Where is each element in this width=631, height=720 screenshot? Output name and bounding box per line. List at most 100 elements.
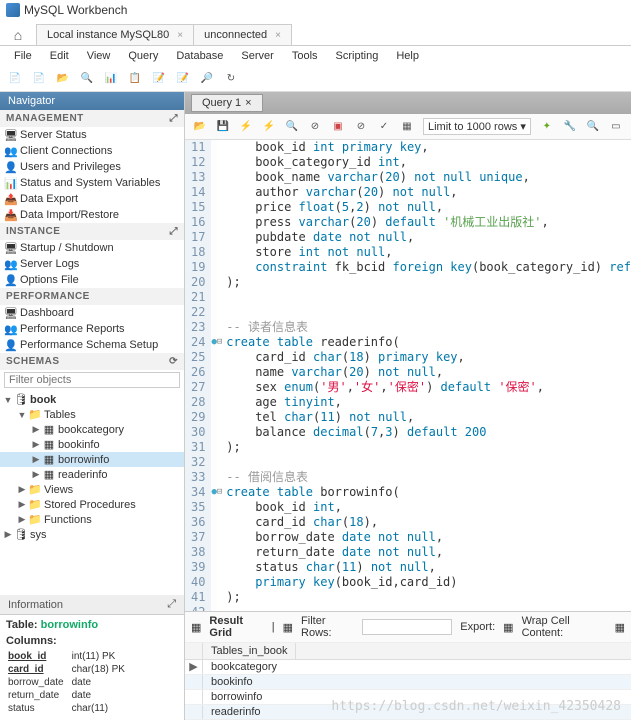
beautify-icon[interactable]: ✦ — [536, 116, 558, 138]
nav-item[interactable]: 🖥Dashboard — [0, 305, 184, 321]
connection-tab[interactable]: unconnected× — [193, 24, 292, 45]
execute-cursor-icon[interactable]: ⚡ — [258, 116, 280, 138]
mgmt-icon: 📥 — [4, 208, 18, 222]
new-sql-icon[interactable]: 📄 — [4, 68, 26, 90]
filter-rows-input[interactable] — [362, 619, 452, 635]
tree-item[interactable]: ▶▦bookcategory — [0, 422, 184, 437]
nav-item[interactable]: 👤Options File — [0, 272, 184, 288]
inst-icon: 🖥 — [4, 241, 18, 255]
mgmt-icon: 👤 — [4, 160, 18, 174]
nav-item[interactable]: 👥Performance Reports — [0, 321, 184, 337]
grid-row[interactable]: bookinfo — [185, 675, 631, 690]
nav-item[interactable]: 🖥Startup / Shutdown — [0, 240, 184, 256]
grid-row[interactable]: readerinfo — [185, 705, 631, 720]
proc-icon[interactable]: 📝 — [148, 68, 170, 90]
nav-item[interactable]: 📥Data Import/Restore — [0, 207, 184, 223]
export-label: Export: — [460, 621, 495, 633]
column-header[interactable]: Tables_in_book — [203, 643, 296, 659]
menu-help[interactable]: Help — [388, 48, 427, 64]
perf-icon: 🖥 — [4, 306, 18, 320]
query-tab[interactable]: Query 1× — [191, 94, 263, 112]
export-icon[interactable]: ▦ — [503, 621, 513, 634]
tree-item[interactable]: ▶▦readerinfo — [0, 467, 184, 482]
nav-item[interactable]: 🖥Server Status — [0, 127, 184, 143]
inst-icon: 👥 — [4, 257, 18, 271]
table-icon[interactable]: 📊 — [100, 68, 122, 90]
search-icon[interactable]: 🔎 — [196, 68, 218, 90]
main-toolbar: 📄 📄 📂 🔍 📊 📋 📝 📝 🔎 ↻ — [0, 66, 631, 92]
connection-tabs: ⌂ Local instance MySQL80× unconnected× — [0, 20, 631, 46]
menu-scripting[interactable]: Scripting — [328, 48, 387, 64]
nav-item[interactable]: 👥Server Logs — [0, 256, 184, 272]
expand-icon[interactable]: ⤢ — [170, 113, 179, 124]
tree-item[interactable]: ▼🛢book — [0, 392, 184, 407]
connection-tab[interactable]: Local instance MySQL80× — [36, 24, 194, 45]
management-header: MANAGEMENT⤢ — [0, 110, 184, 127]
wrap-icon[interactable]: ▦ — [615, 621, 625, 634]
result-panel: ▦ Result Grid | ▦ Filter Rows: Export: ▦… — [185, 611, 631, 720]
menu-file[interactable]: File — [6, 48, 40, 64]
navigator-header: Navigator — [0, 92, 184, 110]
rollback-icon[interactable]: ⊘ — [350, 116, 372, 138]
grid-row[interactable]: ▶bookcategory — [185, 660, 631, 675]
mgmt-icon: 📤 — [4, 192, 18, 206]
refresh-icon[interactable]: ⟳ — [169, 356, 178, 367]
result-grid[interactable]: Tables_in_book ▶bookcategorybookinfoborr… — [185, 643, 631, 720]
nav-item[interactable]: 📤Data Export — [0, 191, 184, 207]
nav-item[interactable]: 👤Users and Privileges — [0, 159, 184, 175]
nav-item[interactable]: 👤Performance Schema Setup — [0, 337, 184, 353]
tree-item[interactable]: ▶📁Stored Procedures — [0, 497, 184, 512]
reconnect-icon[interactable]: ↻ — [220, 68, 242, 90]
filter-input[interactable] — [4, 372, 180, 388]
stop-icon[interactable]: ⊘ — [304, 116, 326, 138]
open-icon[interactable]: 📂 — [189, 116, 211, 138]
search2-icon[interactable]: 🔍 — [582, 116, 604, 138]
find-icon[interactable]: 🔧 — [559, 116, 581, 138]
mgmt-icon: 📊 — [4, 176, 18, 190]
sql-editor[interactable]: 1112131415161718192021222324252627282930… — [185, 140, 631, 611]
limit-select[interactable]: Limit to 1000 rows ▾ — [423, 118, 531, 135]
expand-icon[interactable]: ⤢ — [170, 226, 179, 237]
autocommit-icon[interactable]: ✓ — [373, 116, 395, 138]
save-icon[interactable]: 💾 — [212, 116, 234, 138]
close-icon[interactable]: × — [275, 30, 281, 41]
editor-toolbar: 📂 💾 ⚡ ⚡ 🔍 ⊘ ▣ ⊘ ✓ ▦ Limit to 1000 rows ▾… — [185, 114, 631, 140]
close-icon[interactable]: × — [177, 30, 183, 41]
tree-item[interactable]: ▶▦borrowinfo — [0, 452, 184, 467]
menu-database[interactable]: Database — [168, 48, 231, 64]
nav-item[interactable]: 👥Client Connections — [0, 143, 184, 159]
commit-icon[interactable]: ▣ — [327, 116, 349, 138]
menu-tools[interactable]: Tools — [284, 48, 326, 64]
menu-query[interactable]: Query — [120, 48, 166, 64]
tree-item[interactable]: ▶🛢sys — [0, 527, 184, 542]
information-header: Information⤢ — [0, 595, 184, 614]
home-icon[interactable]: ⌂ — [8, 25, 28, 45]
nav-item[interactable]: 📊Status and System Variables — [0, 175, 184, 191]
menu-server[interactable]: Server — [233, 48, 281, 64]
menu-view[interactable]: View — [79, 48, 119, 64]
tree-item[interactable]: ▶📁Views — [0, 482, 184, 497]
perf-icon: 👤 — [4, 338, 18, 352]
new-sql2-icon[interactable]: 📄 — [28, 68, 50, 90]
expand-icon[interactable]: ⤢ — [167, 598, 176, 611]
close-icon[interactable]: × — [245, 97, 251, 109]
tree-item[interactable]: ▼📁Tables — [0, 407, 184, 422]
schemas-header: SCHEMAS⟳ — [0, 353, 184, 370]
result-grid-icon[interactable]: ▦ — [191, 621, 201, 634]
toggle-icon[interactable]: ▭ — [605, 116, 627, 138]
filter-icon: ▦ — [283, 621, 293, 634]
title-bar: MySQL Workbench — [0, 0, 631, 20]
explain-icon[interactable]: 🔍 — [281, 116, 303, 138]
inspector-icon[interactable]: 🔍 — [76, 68, 98, 90]
grid-row[interactable]: borrowinfo — [185, 690, 631, 705]
view-icon[interactable]: 📋 — [124, 68, 146, 90]
tree-item[interactable]: ▶▦bookinfo — [0, 437, 184, 452]
limit-icon[interactable]: ▦ — [396, 116, 418, 138]
execute-icon[interactable]: ⚡ — [235, 116, 257, 138]
tree-item[interactable]: ▶📁Functions — [0, 512, 184, 527]
app-title: MySQL Workbench — [24, 3, 127, 17]
menu-edit[interactable]: Edit — [42, 48, 77, 64]
open-sql-icon[interactable]: 📂 — [52, 68, 74, 90]
sidebar: Navigator MANAGEMENT⤢ 🖥Server Status👥Cli… — [0, 92, 185, 720]
func-icon[interactable]: 📝 — [172, 68, 194, 90]
